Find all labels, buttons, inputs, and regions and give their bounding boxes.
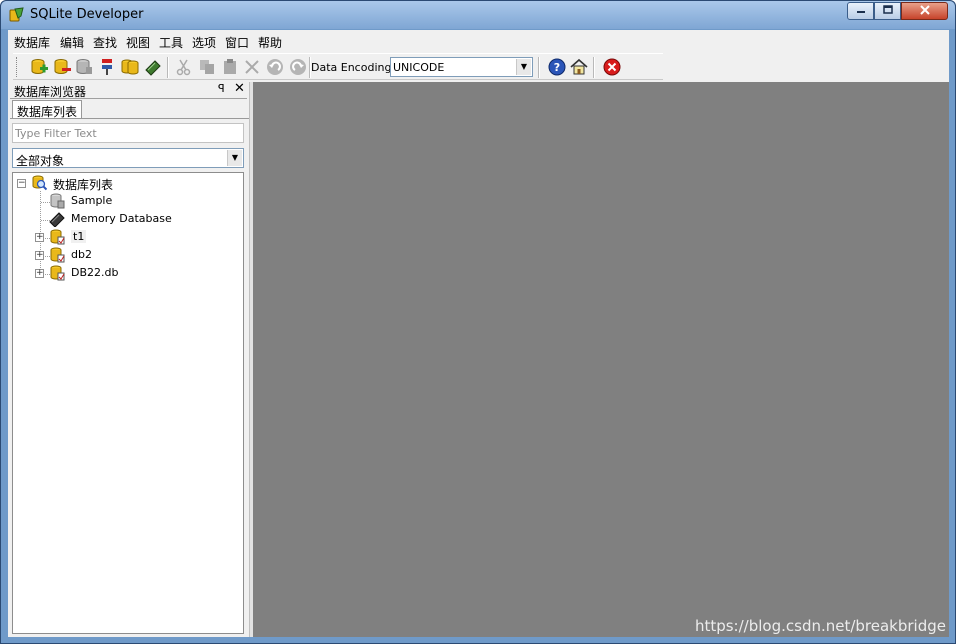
menu-options[interactable]: 选项 [192,34,216,51]
panel-header: 数据库浏览器 ꟼ ✕ [10,81,247,99]
maximize-icon [882,5,893,14]
filter-input[interactable] [12,123,244,143]
svg-text:?: ? [554,61,560,74]
tree-item-memory-database[interactable]: Memory Database [13,211,243,229]
menu-bar: 数据库 编辑 查找 视图 工具 选项 窗口 帮助 [8,30,949,52]
tab-database-list[interactable]: 数据库列表 [12,100,82,119]
tree-item-db22[interactable]: + DB22.db [13,265,243,283]
panel-close-icon[interactable]: ✕ [234,81,245,96]
title-bar[interactable]: SQLite Developer [1,1,955,29]
client-area: 数据库 编辑 查找 视图 工具 选项 窗口 帮助 Data Encoding: … [8,30,949,637]
maximize-button[interactable] [874,2,901,20]
paste-icon[interactable] [221,58,239,76]
database-search-icon [32,175,47,191]
delete-icon[interactable] [243,58,261,76]
redo-icon[interactable] [289,58,307,76]
database-gray-icon [50,193,65,209]
memory-database-icon [49,212,65,227]
window-title: SQLite Developer [30,7,144,22]
object-filter-value: 全部对象 [16,154,65,168]
menu-view[interactable]: 视图 [126,34,150,51]
remove-database-icon[interactable] [53,58,71,76]
attach-database-icon[interactable] [121,58,139,76]
expand-icon[interactable]: + [35,251,44,260]
database-tree: − 数据库列表 Sample Memory Database + t1 + db… [12,172,244,634]
tree-item-label: t1 [71,230,87,243]
watermark-text: https://blog.csdn.net/breakbridge [694,617,946,635]
minimize-button[interactable] [847,2,874,20]
collapse-icon[interactable]: − [17,179,26,188]
encoding-label: Data Encoding: [311,61,396,74]
pin-icon[interactable]: ꟼ [218,82,225,95]
chevron-down-icon[interactable]: ▼ [227,150,242,166]
app-window: SQLite Developer 数据库 编辑 查找 视图 工具 选项 窗口 帮… [0,0,956,644]
menu-tools[interactable]: 工具 [159,34,183,51]
refresh-icon[interactable] [98,58,116,76]
toolbar-separator [593,57,595,78]
database-icon [50,247,65,263]
help-icon[interactable]: ? [548,58,566,76]
database-icon [50,229,65,245]
menu-find[interactable]: 查找 [93,34,117,51]
object-filter-dropdown[interactable]: 全部对象 ▼ [12,148,244,168]
main-toolbar: Data Encoding: UNICODE ▼ ? [13,53,663,80]
tree-item-label: DB22.db [71,266,119,279]
database-properties-icon[interactable] [75,58,93,76]
tree-item-label: db2 [71,248,92,261]
tree-item-t1[interactable]: + t1 [13,229,243,247]
tree-root-label: 数据库列表 [53,178,114,192]
minimize-icon [856,11,865,13]
chevron-down-icon[interactable]: ▼ [516,59,531,75]
expand-icon[interactable]: + [35,269,44,278]
toolbar-grip[interactable] [16,57,20,77]
menu-help[interactable]: 帮助 [258,34,282,51]
mdi-workspace: https://blog.csdn.net/breakbridge [253,82,949,637]
add-database-icon[interactable] [30,58,48,76]
menu-edit[interactable]: 编辑 [60,34,84,51]
database-browser-panel: 数据库浏览器 ꟼ ✕ 数据库列表 全部对象 ▼ − [8,81,249,637]
encoding-value: UNICODE [393,61,445,74]
cut-icon[interactable] [175,58,193,76]
toolbar-separator [538,57,540,78]
toolbar-separator [167,57,169,78]
tree-item-sample[interactable]: Sample [13,193,243,211]
tab-divider [10,118,249,119]
window-close-button[interactable] [901,2,948,20]
encoding-dropdown[interactable]: UNICODE ▼ [390,57,533,77]
memory-database-icon[interactable] [144,58,162,76]
tree-item-label: Memory Database [71,212,172,225]
copy-icon[interactable] [198,58,216,76]
close-icon [919,5,930,15]
panel-title: 数据库浏览器 [14,85,87,99]
menu-window[interactable]: 窗口 [225,34,249,51]
database-icon [50,265,65,281]
menu-database[interactable]: 数据库 [14,34,50,51]
tree-item-db2[interactable]: + db2 [13,247,243,265]
tree-root[interactable]: − 数据库列表 [13,175,243,193]
home-icon[interactable] [570,58,588,76]
expand-icon[interactable]: + [35,233,44,242]
undo-icon[interactable] [266,58,284,76]
close-red-icon[interactable] [603,58,621,76]
app-icon [9,7,24,22]
tree-item-label: Sample [71,194,113,207]
